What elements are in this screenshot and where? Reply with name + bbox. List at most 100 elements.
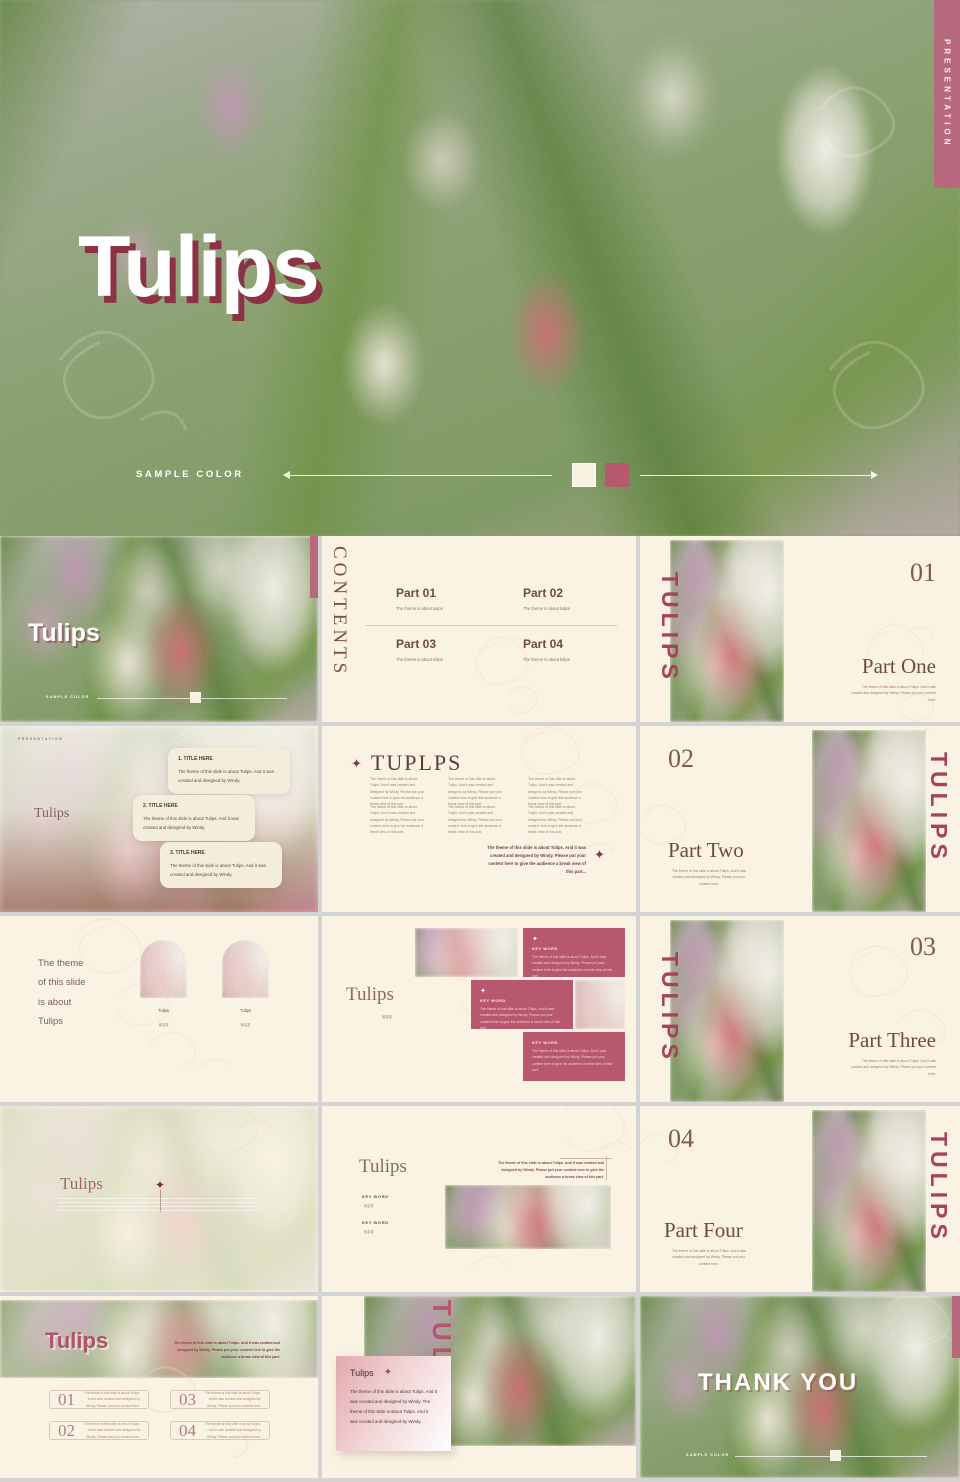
slide-row-1: Tulips SAMPLE COLOR CONTENTS Part 01 The…	[0, 536, 960, 722]
arch-caption-0: Tulips	[157, 1008, 169, 1013]
arch-caption-1: Tulips	[239, 1008, 251, 1013]
cards-title: Tulips	[34, 806, 70, 821]
keywords-photo-rule-v	[606, 1156, 607, 1180]
keywords-grid-photo-1	[575, 980, 625, 1029]
thank-you-swatch-cream[interactable]	[830, 1450, 841, 1461]
numbers-item-2[interactable]: 03 The theme of this slide is about Tuli…	[170, 1390, 270, 1409]
part-two-photo	[812, 730, 926, 912]
panel-card[interactable]: Tulips ✦ The theme of this slide is abou…	[336, 1356, 451, 1451]
slide-grid: Tulips SAMPLE COLOR CONTENTS Part 01 The…	[0, 536, 960, 1482]
slide-tuplps[interactable]: ✦ TUPLPS The theme of this slide is abou…	[322, 726, 636, 912]
keywords-photo-key-1: KEY WORD	[362, 1220, 389, 1225]
numbers-desc: The theme of this slide is about Tulips.…	[173, 1341, 280, 1360]
contents-divider	[365, 625, 617, 626]
keywords-grid-box-0[interactable]: ✦ KEY WORD The theme of this slide is ab…	[523, 928, 625, 978]
card-2-title: 2. TITLE HERE	[143, 803, 178, 809]
slide-row-4: Tulips ✦ Tulips KEY WORD 郁金香 KEY WORD 郁金	[0, 1106, 960, 1292]
part-four-desc: The theme of this slide is about Tulips.…	[671, 1249, 747, 1266]
part-four-number: 04	[668, 1124, 694, 1153]
slide-part-four[interactable]: TULIPS 04 Part Four The theme of this sl…	[640, 1106, 960, 1292]
slide-part-two[interactable]: TULIPS 02 Part Two The theme of this sli…	[640, 726, 960, 912]
tuplps-col-0: The theme of this slide is about Tulips.…	[370, 777, 424, 807]
tuplps-title: TUPLPS	[370, 750, 463, 775]
slide-quote[interactable]: Tulips ✦	[0, 1106, 318, 1292]
presentation-side-tab-label: PRESENTATION	[942, 39, 952, 149]
part-three-number: 03	[910, 932, 936, 961]
part-two-vertical-label: TULIPS	[926, 752, 952, 864]
arch-subcaption-0: 郁金香	[158, 1023, 169, 1027]
keywords-photo-desc: The theme of this slide is about Tulips.…	[497, 1161, 604, 1180]
keywords-grid-photo-0	[415, 928, 518, 977]
keywords-grid-box-2[interactable]: KEY WORD The theme of this slide is abou…	[523, 1032, 625, 1081]
quote-title: Tulips	[60, 1174, 103, 1193]
keywords-photo-key-0: KEY WORD	[362, 1194, 389, 1199]
numbers-item-2-number: 03	[179, 1389, 196, 1409]
contents-item-title-1: Part 02	[523, 586, 564, 600]
part-three-photo	[670, 920, 784, 1102]
card-3-title: 3. TITLE HERE	[170, 850, 205, 856]
slide-arches[interactable]: The theme of this slide is about Tulips Tul…	[0, 916, 318, 1102]
slide-cover-small[interactable]: Tulips SAMPLE COLOR	[0, 536, 318, 722]
numbers-item-3-body: The theme of this slide is about Tulips.…	[204, 1422, 261, 1439]
keywords-grid-box-1[interactable]: ✦ KEY WORD The theme of this slide is ab…	[471, 980, 573, 1030]
slide-numbers[interactable]: Tulips The theme of this slide is about …	[0, 1296, 318, 1478]
part-four-vertical-label: TULIPS	[926, 1132, 952, 1244]
hero-title: Tulips	[78, 219, 320, 315]
thank-you-side-tab[interactable]	[952, 1296, 960, 1358]
slide-cards[interactable]: PRESENTATION Tulips 1. TITLE HERE The th…	[0, 726, 318, 912]
slide-row-3: The theme of this slide is about Tulips Tul…	[0, 916, 960, 1102]
contents-item-title-3: Part 04	[523, 637, 564, 651]
tuplps-footnote-star-icon: ✦	[594, 847, 605, 862]
hero-swatch-cream[interactable]	[572, 463, 596, 487]
tuplps-col-2: The theme of this slide is about Tulips.…	[528, 777, 582, 807]
card-1-body: The theme of this slide is about Tulips.…	[178, 769, 274, 784]
slide-panel[interactable]: TULIPS Tulips ✦ The theme of this slide …	[322, 1296, 636, 1478]
numbers-item-1-number: 02	[58, 1420, 75, 1440]
card-2[interactable]: 2. TITLE HERE The theme of this slide is…	[133, 795, 255, 841]
card-3-body: The theme of this slide is about Tulips.…	[170, 863, 266, 878]
part-two-title: Part Two	[668, 838, 744, 862]
keywords-photo-sub-0: 郁金香	[364, 1204, 374, 1208]
keywords-grid-box-1-star-icon: ✦	[480, 988, 486, 995]
contents-watermark	[322, 536, 636, 722]
slide-thank-you[interactable]: THANK YOU SAMPLE COLOR	[640, 1296, 960, 1478]
numbers-item-3[interactable]: 04 The theme of this slide is about Tuli…	[170, 1421, 270, 1440]
contents-item-title-0: Part 01	[396, 586, 437, 600]
slide-part-three[interactable]: TULIPS 03 Part Three The theme of this s…	[640, 916, 960, 1102]
tuplps-star-icon: ✦	[351, 755, 362, 771]
keywords-grid-box-2-body: The theme of this slide is about Tulips.…	[532, 1049, 613, 1072]
slide-part-one[interactable]: TULIPS 01 Part One The theme of this sli…	[640, 536, 960, 722]
hero-swatch-rose[interactable]	[605, 463, 629, 487]
slide-contents[interactable]: CONTENTS Part 01 The theme is about tuli…	[322, 536, 636, 722]
slide-keywords-photo[interactable]: Tulips KEY WORD 郁金香 KEY WORD 郁金香 The the…	[322, 1106, 636, 1292]
thank-you-sample-label: SAMPLE COLOR	[686, 1453, 730, 1457]
cover-small-side-tab[interactable]	[310, 536, 318, 598]
keywords-grid-box-0-body: The theme of this slide is about Tulips.…	[532, 955, 613, 978]
cover-small-swatch-cream[interactable]	[190, 692, 201, 703]
keywords-photo-image	[445, 1185, 611, 1249]
numbers-item-0[interactable]: 01 The theme of this slide is about Tuli…	[49, 1390, 149, 1409]
keywords-grid-box-2-keyword: KEY WORD	[532, 1040, 558, 1045]
hero-slide[interactable]: Tulips SAMPLE COLOR PRESENTATION	[0, 0, 960, 536]
keywords-photo-title: Tulips	[359, 1156, 407, 1177]
contents-item-desc-0: The theme is about tulips	[396, 606, 443, 611]
keywords-grid-box-1-keyword: KEY WORD	[480, 998, 506, 1003]
numbers-item-1[interactable]: 02 The theme of this slide is about Tuli…	[49, 1421, 149, 1440]
contents-item-desc-1: The theme is about tulips	[523, 606, 570, 611]
part-one-number: 01	[910, 558, 936, 587]
card-1[interactable]: 1. TITLE HERE The theme of this slide is…	[168, 748, 290, 794]
keywords-grid-title: Tulips	[346, 984, 394, 1005]
part-one-vertical-label: TULIPS	[657, 572, 683, 684]
cards-kicker: PRESENTATION	[18, 737, 64, 741]
hero-arrow-right-icon	[871, 471, 878, 479]
slide-keywords-grid[interactable]: Tulips 郁金香 ✦ KEY WORD The theme of this …	[322, 916, 636, 1102]
presentation-side-tab[interactable]: PRESENTATION	[934, 0, 960, 188]
slide-row-5: Tulips The theme of this slide is about …	[0, 1296, 960, 1478]
tuplps-col-5: The theme of this slide is about Tulips.…	[528, 805, 582, 835]
numbers-title: Tulips	[45, 1328, 109, 1353]
quote-text-lines	[58, 1198, 258, 1214]
keywords-grid-box-0-keyword: KEY WORD	[532, 946, 558, 951]
part-two-desc: The theme of this slide is about Tulips.…	[671, 869, 747, 886]
keywords-photo-rule-h	[560, 1158, 612, 1159]
card-3[interactable]: 3. TITLE HERE The theme of this slide is…	[160, 842, 282, 888]
